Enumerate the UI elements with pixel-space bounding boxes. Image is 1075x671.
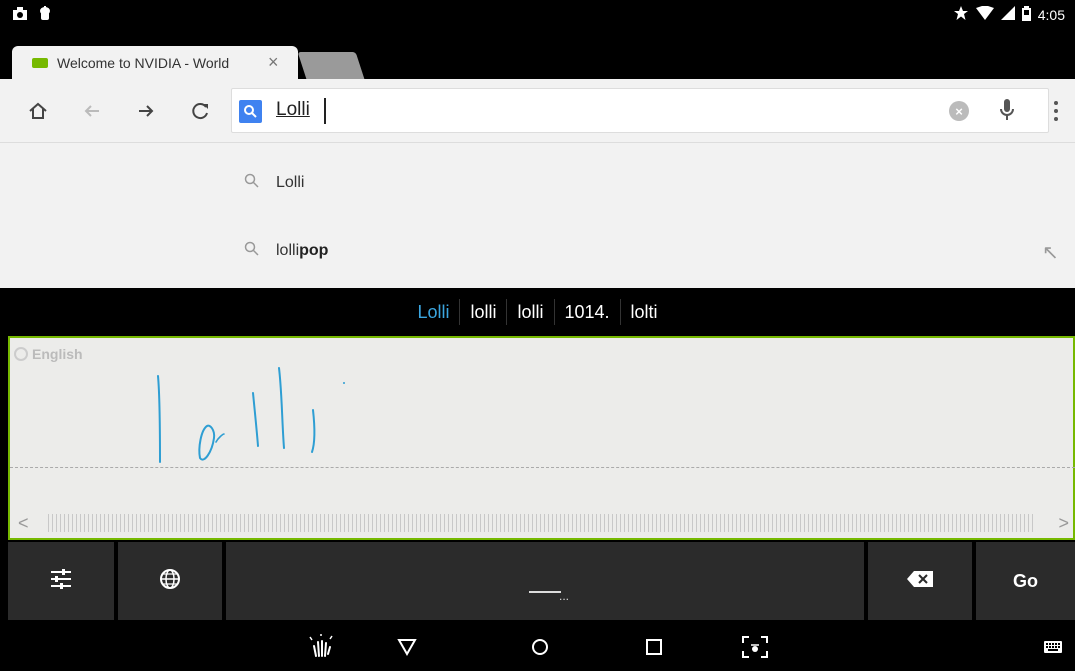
- star-icon: [953, 5, 969, 24]
- backspace-key[interactable]: [868, 542, 972, 620]
- language-key[interactable]: [118, 542, 222, 620]
- suggestion-text: lollipop: [276, 242, 329, 259]
- go-key[interactable]: Go: [976, 542, 1075, 620]
- clock: 4:05: [1037, 6, 1065, 23]
- tab-nvidia[interactable]: Welcome to NVIDIA - World ×: [12, 46, 298, 79]
- handwriting-pad[interactable]: English < >: [8, 336, 1075, 540]
- wifi-icon: [975, 5, 994, 23]
- screenshot-icon: [12, 6, 28, 27]
- search-icon: [244, 241, 260, 262]
- android-debug-icon: [38, 6, 52, 27]
- scroll-right-button[interactable]: >: [1058, 513, 1069, 534]
- navigation-bar: [0, 622, 1075, 671]
- candidate-bar: Lolli lolli lolli 1014. lolti: [0, 288, 1075, 336]
- screenshot-frame-icon[interactable]: [740, 632, 770, 662]
- ink-scrollbar[interactable]: < >: [10, 508, 1075, 538]
- home-icon[interactable]: [22, 95, 54, 127]
- candidate-item[interactable]: lolti: [621, 299, 668, 325]
- recents-square-icon[interactable]: [639, 632, 669, 662]
- candidate-item[interactable]: Lolli: [407, 299, 461, 325]
- settings-key[interactable]: [8, 542, 114, 620]
- reload-icon[interactable]: [185, 95, 217, 127]
- gesture-icon[interactable]: [306, 632, 336, 662]
- clear-button[interactable]: ×: [949, 101, 969, 121]
- ink-strokes: [157, 367, 345, 463]
- scroll-left-button[interactable]: <: [18, 513, 29, 534]
- search-icon: [239, 100, 262, 123]
- keyboard-row: ... Go: [0, 540, 1075, 622]
- overflow-menu-icon[interactable]: [1046, 97, 1066, 125]
- tab-strip: Welcome to NVIDIA - World ×: [0, 38, 1075, 79]
- candidate-item[interactable]: lolli: [507, 299, 555, 325]
- candidate-item[interactable]: 1014.: [555, 299, 621, 325]
- suggestion-text: Lolli: [276, 174, 305, 191]
- space-bar-icon: ...: [529, 583, 569, 603]
- scroll-track[interactable]: [48, 514, 1036, 532]
- omnibox[interactable]: Lolli ×: [231, 88, 1049, 133]
- tab-close-button[interactable]: ×: [268, 52, 279, 73]
- back-triangle-icon[interactable]: [392, 632, 422, 662]
- home-circle-icon[interactable]: [525, 632, 555, 662]
- battery-icon: [1021, 5, 1031, 24]
- mic-icon[interactable]: [998, 98, 1016, 129]
- suggestions-list: Lolli lollipop ↖: [0, 143, 1075, 288]
- tab-title: Welcome to NVIDIA - World: [57, 54, 230, 71]
- back-arrow-icon[interactable]: [76, 95, 108, 127]
- text-cursor: [324, 98, 326, 124]
- suggestion-item[interactable]: lollipop ↖: [0, 216, 1075, 286]
- search-icon: [244, 173, 260, 194]
- suggestion-item[interactable]: Lolli: [0, 148, 1075, 218]
- space-key[interactable]: ...: [226, 542, 864, 620]
- backspace-icon: [907, 570, 933, 592]
- signal-icon: [1000, 6, 1015, 23]
- sliders-icon: [49, 568, 73, 595]
- candidate-item[interactable]: lolli: [460, 299, 508, 325]
- refine-arrow-icon[interactable]: ↖: [1042, 240, 1059, 265]
- keyboard-icon[interactable]: [1038, 632, 1068, 662]
- status-bar: 4:05: [0, 0, 1075, 38]
- browser-toolbar: Lolli ×: [0, 79, 1075, 143]
- globe-icon: [159, 568, 181, 595]
- omnibox-input[interactable]: Lolli: [276, 99, 310, 121]
- baseline-guide: [10, 467, 1075, 468]
- forward-arrow-icon[interactable]: [130, 95, 162, 127]
- new-tab-button[interactable]: [297, 52, 365, 79]
- nvidia-favicon-icon: [32, 57, 48, 68]
